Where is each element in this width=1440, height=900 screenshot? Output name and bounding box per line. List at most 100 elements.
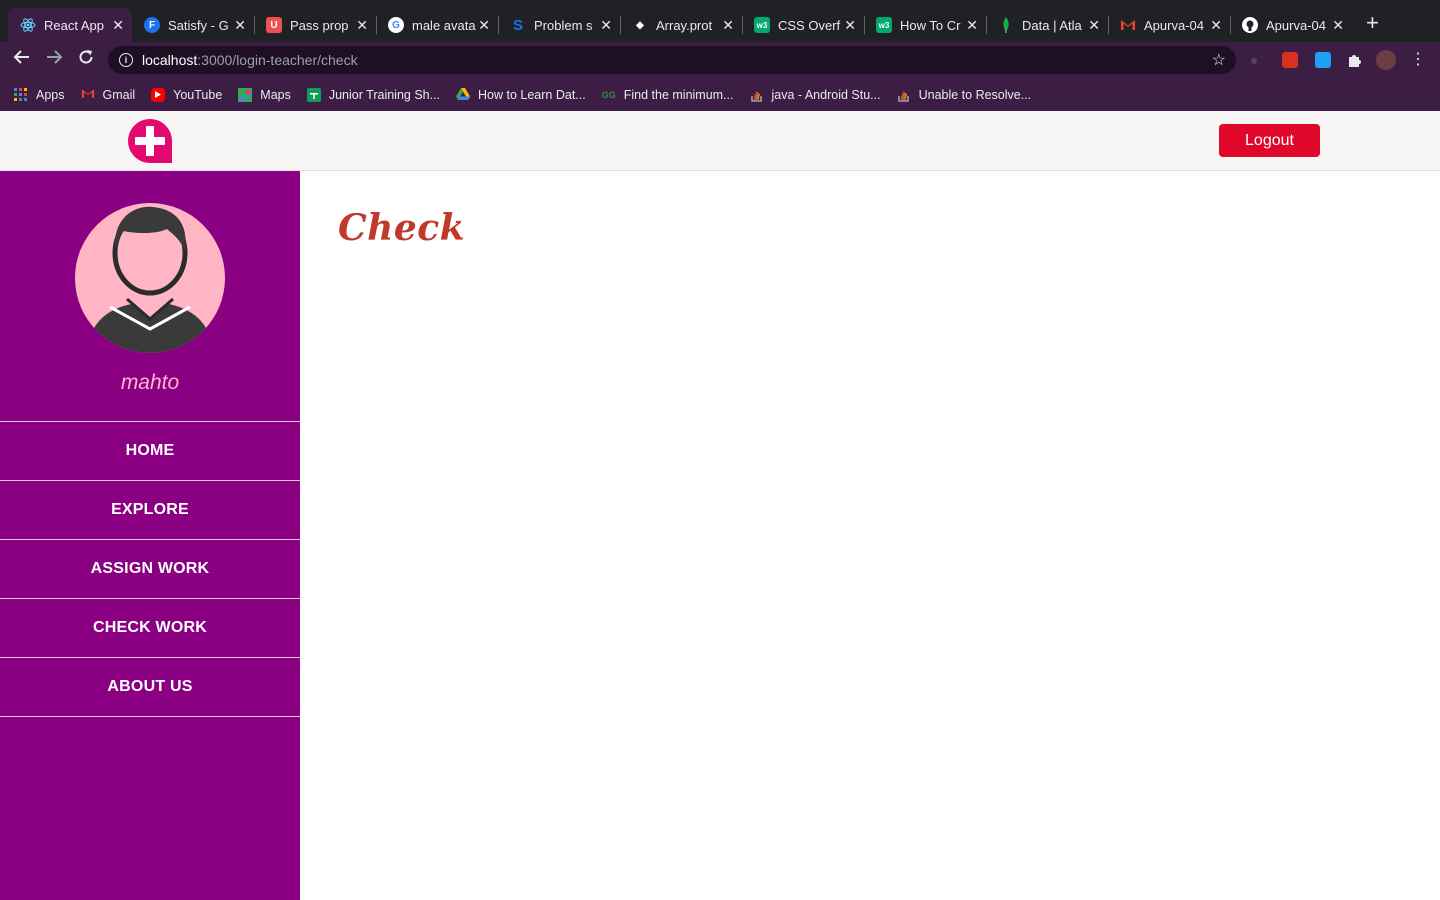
- back-arrow-icon[interactable]: [10, 48, 34, 72]
- bookmark-gfg[interactable]: GG Find the minimum...: [602, 88, 734, 102]
- browser-tab[interactable]: F Satisfy - G ✕: [132, 8, 254, 42]
- logout-button[interactable]: Logout: [1219, 124, 1320, 157]
- tab-label: Data | Atla: [1022, 17, 1082, 33]
- github-icon: [1242, 17, 1258, 33]
- sidebar-item-about-us[interactable]: ABOUT US: [0, 658, 300, 717]
- new-tab-button[interactable]: +: [1366, 12, 1379, 34]
- medical-cross-logo-icon[interactable]: [127, 119, 173, 163]
- bookmark-label: Unable to Resolve...: [918, 87, 1032, 102]
- fonts-icon: F: [144, 17, 160, 33]
- tab-label: Apurva-04: [1266, 17, 1326, 33]
- bookmark-stackoverflow[interactable]: java - Android Stu...: [750, 88, 881, 102]
- tab-label: CSS Overf: [778, 17, 841, 33]
- reload-icon[interactable]: [74, 48, 98, 72]
- gfg-icon: GG: [601, 89, 616, 100]
- avatar: [75, 203, 225, 353]
- tab-label: Apurva-04: [1144, 17, 1204, 33]
- browser-tab[interactable]: Apurva-04 ✕: [1108, 8, 1230, 42]
- sidebar-item-assign-work[interactable]: ASSIGN WORK: [0, 540, 300, 599]
- bookmark-drive[interactable]: How to Learn Dat...: [456, 87, 586, 102]
- tab-label: Array.prot: [656, 17, 713, 33]
- w3-icon: w3: [876, 17, 892, 33]
- sidebar-item-explore[interactable]: EXPLORE: [0, 481, 300, 540]
- url-path: :3000/login-teacher/check: [197, 52, 358, 68]
- browser-tab[interactable]: Data | Atla ✕: [986, 8, 1108, 42]
- browser-tab[interactable]: ◆ Array.prot ✕: [620, 8, 742, 42]
- sheets-icon: [306, 87, 321, 102]
- browser-tab[interactable]: G male avata ✕: [376, 8, 498, 42]
- bookmark-maps[interactable]: Maps: [238, 87, 291, 102]
- bookmark-label: Junior Training Sh...: [328, 87, 441, 102]
- bookmark-label: java - Android Stu...: [771, 87, 881, 102]
- stackoverflow-icon: [750, 88, 764, 102]
- gmail-icon: [1120, 17, 1136, 33]
- bookmark-star-icon[interactable]: ☆: [1212, 50, 1226, 70]
- url-host: localhost: [142, 52, 198, 68]
- male-avatar-icon: [87, 206, 213, 353]
- close-icon[interactable]: ✕: [478, 17, 490, 34]
- close-icon[interactable]: ✕: [234, 17, 246, 34]
- bookmark-label: YouTube: [173, 87, 223, 102]
- stackoverflow-icon: [897, 88, 911, 102]
- browser-tab[interactable]: Apurva-04 ✕: [1230, 8, 1352, 42]
- bookmark-apps[interactable]: Apps: [14, 87, 65, 102]
- bookmark-label: Find the minimum...: [623, 87, 734, 102]
- drive-icon: [456, 87, 471, 102]
- bookmark-youtube[interactable]: YouTube: [151, 87, 223, 102]
- page-title: Check: [338, 207, 466, 249]
- bookmark-stackoverflow[interactable]: Unable to Resolve...: [897, 87, 1032, 102]
- close-icon[interactable]: ✕: [966, 17, 978, 34]
- bookmark-sheets[interactable]: Junior Training Sh...: [306, 87, 441, 102]
- profile-avatar[interactable]: [1376, 50, 1396, 70]
- username-label: mahto: [120, 371, 180, 394]
- close-icon[interactable]: ✕: [1332, 17, 1344, 34]
- gmail-icon: [81, 88, 95, 102]
- close-icon[interactable]: ✕: [1210, 17, 1222, 34]
- main-content: Check: [300, 171, 1440, 900]
- apps-grid-icon: [14, 87, 28, 102]
- site-info-icon[interactable]: i: [119, 53, 133, 67]
- close-icon[interactable]: ✕: [600, 17, 612, 34]
- extension-red-icon[interactable]: [1282, 52, 1298, 68]
- sidebar-item-home[interactable]: HOME: [0, 422, 300, 481]
- w3-icon: w3: [754, 17, 770, 33]
- kebab-menu-icon[interactable]: ⋮: [1406, 48, 1430, 72]
- tab-label: Pass prop: [290, 17, 349, 33]
- browser-toolbar: i localhost:3000/login-teacher/check ☆ ⋮: [0, 42, 1440, 78]
- bookmark-label: Maps: [260, 87, 291, 102]
- bookmarks-bar: Apps Gmail YouTube Maps Junior Training …: [0, 78, 1440, 111]
- browser-tab[interactable]: React App ✕: [8, 8, 132, 42]
- sidebar-nav: HOME EXPLORE ASSIGN WORK CHECK WORK ABOU…: [0, 421, 300, 717]
- tab-label: How To Cr: [900, 17, 961, 33]
- tab-label: React App: [44, 17, 104, 33]
- bookmark-label: Apps: [36, 87, 65, 102]
- tab-label: Problem s: [534, 17, 593, 33]
- close-icon[interactable]: ✕: [844, 17, 856, 34]
- tab-label: male avata: [412, 17, 476, 33]
- sidebar: mahto HOME EXPLORE ASSIGN WORK CHECK WOR…: [0, 171, 300, 900]
- browser-tab[interactable]: w3 CSS Overf ✕: [742, 8, 864, 42]
- browser-tab[interactable]: S Problem s ✕: [498, 8, 620, 42]
- bookmark-gmail[interactable]: Gmail: [81, 88, 135, 102]
- browser-tab[interactable]: U Pass prop ✕: [254, 8, 376, 42]
- s-icon: S: [512, 16, 523, 34]
- app-page: Logout mahto HOME EXPLORE ASSIGN WORK CH…: [0, 111, 1440, 900]
- browser-tab[interactable]: w3 How To Cr ✕: [864, 8, 986, 42]
- address-bar[interactable]: i localhost:3000/login-teacher/check ☆: [108, 46, 1236, 74]
- tab-label: Satisfy - G: [168, 17, 229, 33]
- close-icon[interactable]: ✕: [1088, 17, 1100, 34]
- sidebar-item-check-work[interactable]: CHECK WORK: [0, 599, 300, 658]
- bookmark-label: How to Learn Dat...: [478, 87, 586, 102]
- app-header: Logout: [0, 111, 1440, 171]
- close-icon[interactable]: ✕: [356, 17, 368, 34]
- maps-icon: [238, 87, 253, 102]
- google-icon: G: [388, 17, 404, 33]
- close-icon[interactable]: ✕: [722, 17, 734, 34]
- youtube-icon: [151, 87, 166, 102]
- extension-blue-icon[interactable]: [1315, 52, 1331, 68]
- forward-arrow-icon[interactable]: [42, 48, 66, 72]
- extension-dot-icon[interactable]: [1251, 58, 1257, 64]
- udemy-icon: U: [266, 17, 282, 33]
- close-icon[interactable]: ✕: [112, 17, 124, 34]
- puzzle-extensions-icon[interactable]: [1346, 52, 1362, 68]
